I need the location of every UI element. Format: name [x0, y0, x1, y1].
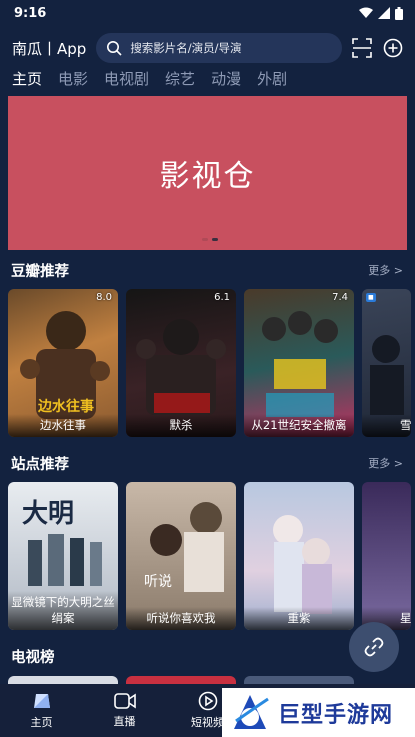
card-title: 边水往事 — [8, 414, 118, 437]
pagination-dot — [202, 238, 208, 241]
card-title: 雪 — [362, 414, 411, 437]
movie-card[interactable]: 重紫 — [244, 482, 354, 630]
status-bar: 9:16 — [0, 0, 415, 26]
search-placeholder: 搜索影片名/演员/导演 — [130, 41, 242, 55]
site-section-header: 站点推荐 更多 > — [0, 453, 415, 473]
category-tabs: 主页 电影 电视剧 综艺 动漫 外剧 — [0, 68, 415, 94]
svg-text:听说: 听说 — [144, 574, 172, 590]
tab-anime[interactable]: 动漫 — [211, 68, 241, 94]
status-time: 9:16 — [14, 5, 47, 21]
svg-text:大明: 大明 — [22, 499, 74, 529]
add-icon[interactable] — [382, 36, 405, 60]
nav-label: 短视频 — [191, 716, 224, 729]
banner-title: 影视仓 — [159, 159, 256, 194]
tab-home[interactable]: 主页 — [12, 68, 42, 94]
header: 南瓜丨App 搜索影片名/演员/导演 — [0, 32, 415, 64]
search-input[interactable]: 搜索影片名/演员/导演 — [96, 33, 343, 63]
nav-label: 主页 — [30, 716, 53, 729]
banner-pagination — [202, 238, 218, 241]
score-badge: 6.1 — [214, 292, 230, 303]
section-title: 豆瓣推荐 — [11, 263, 69, 280]
tab-tv-series[interactable]: 电视剧 — [104, 68, 149, 94]
scan-icon[interactable] — [350, 36, 373, 60]
douban-section-header: 豆瓣推荐 更多 > — [0, 260, 415, 280]
movie-card[interactable]: 大明 显微镜下的大明之丝绢案 — [8, 482, 118, 630]
card-title: 听说你喜欢我 — [126, 607, 236, 630]
source-tag: ■ — [366, 293, 376, 302]
app-title: 南瓜丨App — [12, 39, 87, 58]
score-badge: 8.0 — [96, 292, 112, 303]
watermark-logo-icon — [234, 694, 269, 729]
movie-card[interactable]: 听说 听说你喜欢我 — [126, 482, 236, 630]
more-link[interactable]: 更多 > — [368, 262, 403, 278]
wifi-icon — [359, 7, 373, 18]
watermark-text: 巨型手游网 — [278, 702, 394, 728]
signal-icon — [378, 7, 390, 19]
nav-home[interactable]: 主页 — [0, 684, 83, 737]
tab-movie[interactable]: 电影 — [58, 68, 88, 94]
battery-icon — [395, 6, 403, 20]
movie-card[interactable]: 边水往事 8.0 边水往事 — [8, 289, 118, 437]
more-link[interactable]: 更多 > — [368, 455, 403, 471]
nav-live[interactable]: 直播 — [83, 684, 166, 737]
movie-card[interactable]: 星落 — [362, 482, 411, 630]
nav-label: 直播 — [113, 715, 136, 728]
card-title: 重紫 — [244, 607, 354, 630]
status-icons — [359, 6, 403, 20]
svg-text:边水往事: 边水往事 — [37, 398, 94, 415]
section-title: 电视榜 — [11, 649, 55, 666]
search-icon — [107, 41, 122, 56]
tab-variety[interactable]: 综艺 — [165, 68, 195, 94]
link-icon — [364, 637, 384, 657]
movie-card[interactable]: 6.1 默杀 — [126, 289, 236, 437]
play-icon — [198, 691, 217, 711]
site-row: 大明 显微镜下的大明之丝绢案 听说 听说你喜欢我 重紫 星 — [8, 482, 411, 630]
score-badge: 7.4 — [332, 292, 348, 303]
home-icon — [33, 694, 50, 708]
banner[interactable]: 影视仓 — [8, 96, 407, 250]
movie-card[interactable]: 7.4 从21世纪安全撤离 — [244, 289, 354, 437]
movie-card[interactable]: ■ 雪 — [362, 289, 411, 437]
live-icon — [113, 693, 136, 709]
section-title: 站点推荐 — [11, 456, 69, 473]
watermark: 巨型手游网 — [222, 688, 415, 737]
card-title: 显微镜下的大明之丝绢案 — [8, 590, 118, 630]
card-title: 默杀 — [126, 414, 236, 437]
pagination-dot-active — [212, 238, 218, 241]
card-title: 从21世纪安全撤离 — [244, 414, 354, 437]
douban-row: 边水往事 8.0 边水往事 6.1 默杀 7.4 从21世纪安全撤离 ■ 雪 — [8, 289, 411, 437]
link-button[interactable] — [349, 622, 399, 672]
tab-foreign-series[interactable]: 外剧 — [257, 68, 287, 94]
